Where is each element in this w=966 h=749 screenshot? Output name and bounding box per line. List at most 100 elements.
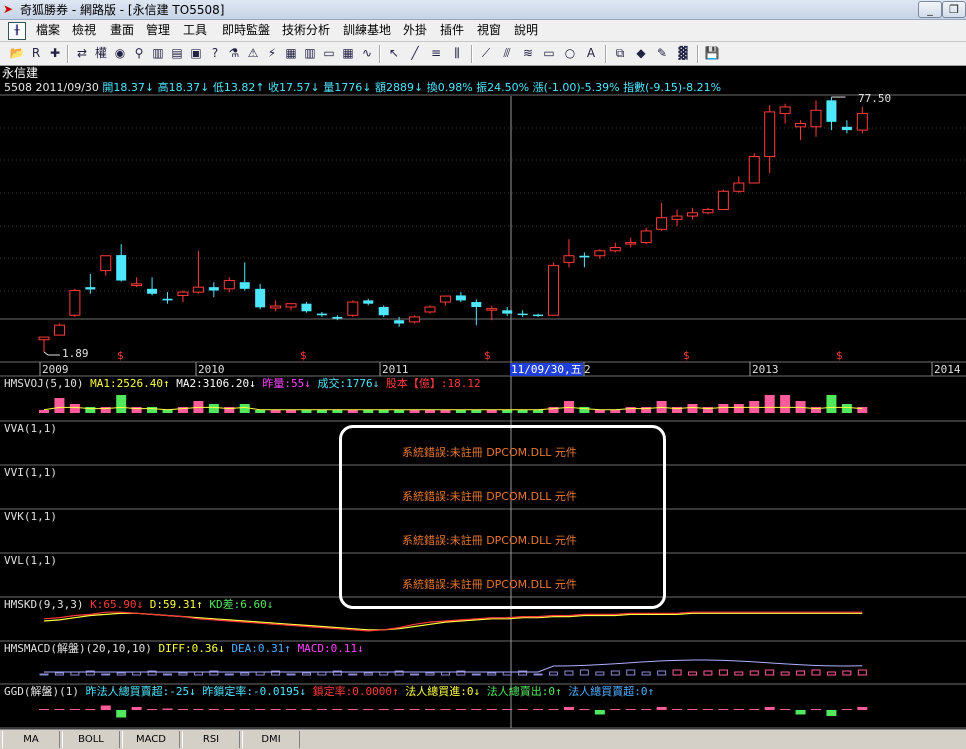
min-price-label: 1.89: [62, 347, 89, 360]
macd-bar: [579, 669, 589, 676]
ggd-bar: [702, 709, 713, 710]
ggd-bar: [177, 709, 188, 710]
volume-bar: [378, 410, 389, 413]
tab-dmi[interactable]: DMI: [242, 731, 300, 748]
candle-body-down: [394, 320, 405, 324]
volume-bar: [440, 410, 451, 413]
ggd-bar: [594, 710, 605, 715]
macd-bar: [178, 672, 188, 676]
volume-bar: [39, 410, 49, 413]
error-message-vvk: 系統錯誤:未註冊 DPCOM.DLL 元件: [402, 534, 577, 547]
candle-body-down: [826, 100, 837, 122]
candle-body-down: [116, 255, 127, 281]
tab-macd[interactable]: MACD: [122, 731, 180, 748]
ggd-bar: [764, 707, 775, 710]
volume-bar: [687, 404, 698, 413]
volume-bar: [625, 407, 636, 413]
ggd-bar: [533, 709, 544, 710]
candle-body-down: [841, 126, 852, 131]
ggd-prev-net: 昨法人總買賣超:-25↓: [85, 685, 196, 698]
macd-bar: [410, 673, 420, 676]
macd-indicator-name: HMSMACD(解盤)(20,10,10): [4, 642, 152, 655]
candle-body-up: [609, 246, 621, 252]
ggd-total-sell: 法人總賣出:0↑: [486, 685, 562, 698]
ggd-bar: [641, 709, 652, 710]
volume-bar: [54, 398, 65, 413]
tab-rsi[interactable]: RSI: [182, 731, 240, 748]
volume-bar: [286, 410, 297, 413]
volume-ma1: MA1:2526.40↑: [90, 377, 170, 390]
candle-body-up: [779, 106, 791, 115]
candle-body-up: [69, 289, 81, 316]
macd-bar: [487, 672, 497, 676]
macd-bar: [363, 672, 373, 676]
macd-bar: [471, 673, 481, 676]
ggd-bar: [239, 709, 250, 710]
candle-body-down: [239, 282, 250, 289]
volume-bar: [594, 410, 605, 413]
candle-body-down: [378, 306, 389, 316]
dividend-marker: $: [683, 349, 690, 362]
candle-body-up: [856, 113, 868, 131]
volume-bar: [316, 410, 327, 413]
candle-body-up: [192, 286, 204, 293]
macd-bar: [734, 671, 744, 676]
ggd-bar: [394, 709, 405, 710]
ggd-bar: [270, 709, 281, 710]
error-message-vvi: 系統錯誤:未註冊 DPCOM.DLL 元件: [402, 490, 577, 503]
volume-bar: [347, 410, 358, 413]
ggd-bar: [316, 709, 327, 710]
candle-body-down: [255, 288, 266, 308]
volume-bar: [486, 410, 497, 413]
macd-dea-value: DEA:0.31↑: [231, 642, 291, 655]
ggd-bar: [100, 705, 111, 710]
ggd-bar: [332, 709, 343, 710]
volume-bar: [255, 410, 266, 413]
ggd-bar: [301, 709, 312, 710]
ggd-bar: [39, 709, 49, 710]
candle-body-down: [208, 287, 219, 291]
candle-body-down: [85, 287, 96, 290]
year-label-2013: 2013: [752, 363, 779, 376]
candle-body-up: [131, 283, 143, 287]
macd-bar: [749, 670, 759, 676]
ggd-bar: [286, 709, 297, 710]
macd-bar: [842, 670, 852, 676]
volume-bar: [780, 395, 791, 413]
ggd-bar: [625, 709, 636, 710]
volume-bar: [841, 404, 852, 413]
tab-boll[interactable]: BOLL: [62, 731, 120, 748]
ggd-bar: [811, 709, 821, 710]
volume-bar: [162, 410, 173, 413]
ggd-bar: [857, 707, 868, 710]
macd-bar: [54, 672, 64, 676]
dividend-marker: $: [300, 349, 307, 362]
volume-bar: [147, 407, 158, 413]
candle-body-up: [702, 208, 714, 214]
volume-bar: [69, 404, 80, 413]
vva-panel-label: VVA(1,1): [4, 422, 57, 435]
ggd-bar: [455, 709, 466, 710]
volume-bar: [301, 410, 312, 413]
candle-body-down: [316, 313, 327, 316]
ggd-bar: [718, 709, 729, 710]
year-label-2014: 2014: [934, 363, 961, 376]
ggd-bar: [486, 709, 497, 710]
tab-ma[interactable]: MA: [2, 731, 60, 748]
candle-body-up: [486, 308, 498, 311]
macd-bar: [796, 670, 806, 676]
volume-bar: [425, 410, 435, 413]
volume-bar: [826, 395, 837, 413]
macd-bar: [286, 673, 296, 676]
year-label-2012: 2: [584, 363, 591, 376]
ggd-bar: [548, 709, 559, 710]
macd-bar: [224, 673, 234, 676]
candle-body-down: [332, 316, 343, 319]
ggd-bar: [131, 707, 142, 710]
volume-bar: [517, 410, 528, 413]
candle-body-down: [363, 300, 374, 304]
volume-bar: [502, 410, 513, 413]
error-message-vvl: 系統錯誤:未註冊 DPCOM.DLL 元件: [402, 578, 577, 591]
candle-body-up: [285, 303, 297, 308]
stock-chart-area[interactable]: [0, 0, 966, 729]
